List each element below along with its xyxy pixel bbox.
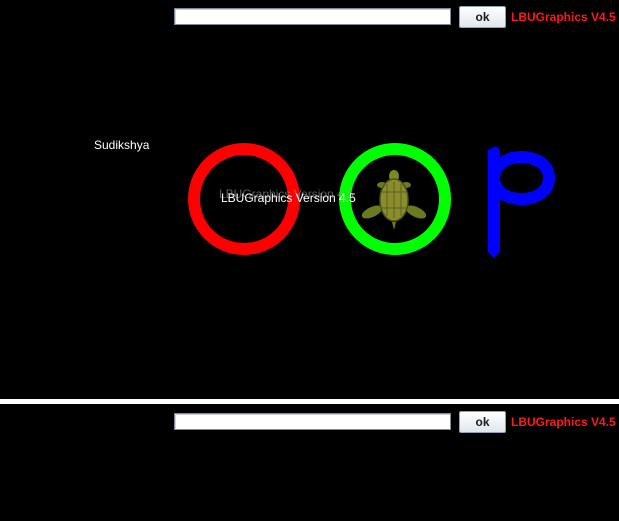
blue-letter-p-shape [487,146,556,258]
top-graphics-panel: Sudikshya LBUGraphics Version 4.5 LBUGra… [0,0,619,399]
command-input[interactable] [174,8,451,25]
canvas-name-text: Sudikshya [94,138,150,152]
command-input[interactable] [174,413,451,430]
version-label: LBUGraphics V4.5 [511,10,616,24]
ok-button[interactable]: ok [459,411,506,433]
version-label: LBUGraphics V4.5 [511,415,616,429]
turtle-icon [361,170,427,230]
drawing-canvas: Sudikshya LBUGraphics Version 4.5 LBUGra… [94,138,556,258]
ok-button[interactable]: ok [459,6,506,28]
watermark-text: LBUGraphics Version 4.5 [221,191,356,205]
bottom-graphics-panel: ok LBUGraphics V4.5 [0,404,619,521]
